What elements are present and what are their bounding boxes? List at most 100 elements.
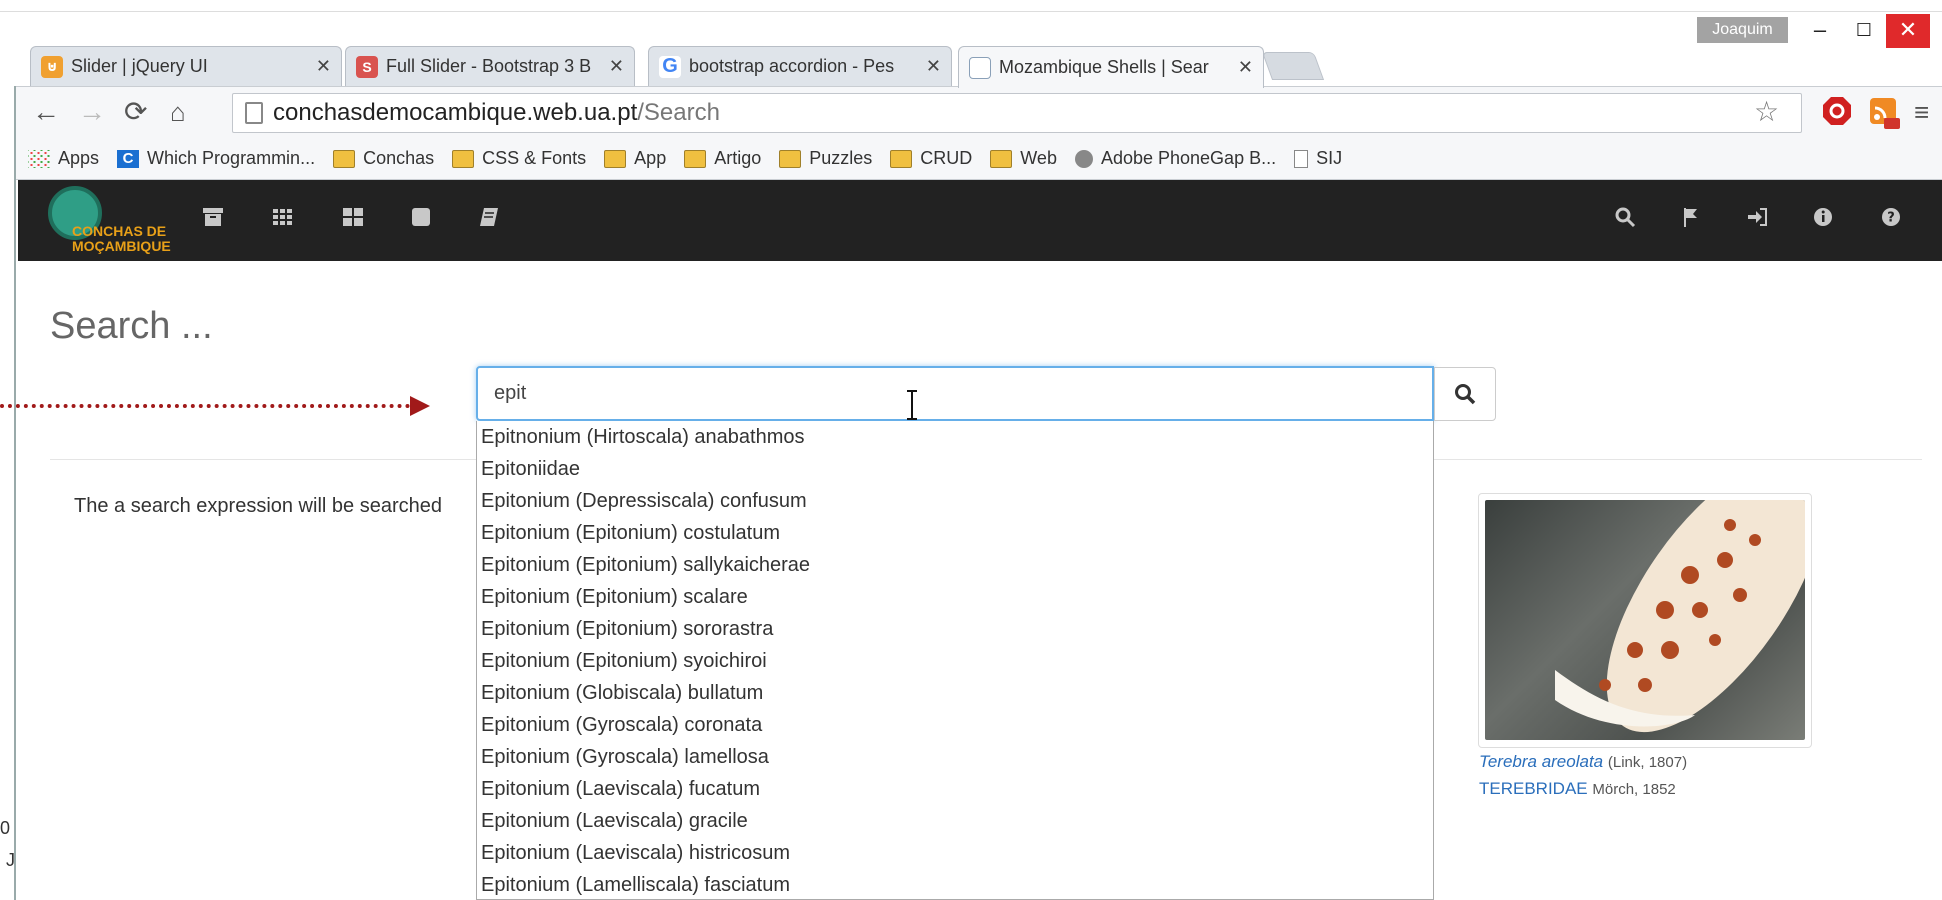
folder-icon xyxy=(604,149,627,168)
tab-title: Slider | jQuery UI xyxy=(71,56,208,76)
species-author: (Link, 1807) xyxy=(1607,754,1688,771)
bookmark-apps[interactable]: Apps xyxy=(28,148,99,169)
suggestion-item[interactable]: Epitonium (Epitonium) costulatum xyxy=(477,517,1433,549)
page-icon xyxy=(245,102,263,124)
minimize-button[interactable]: – xyxy=(1798,14,1842,48)
new-tab-button[interactable] xyxy=(1261,52,1325,80)
maximize-button[interactable]: ☐ xyxy=(1842,14,1886,48)
close-tab-icon[interactable]: ✕ xyxy=(926,56,941,77)
bookmark-puzzles[interactable]: Puzzles xyxy=(779,148,872,169)
bookmark-crud[interactable]: CRUD xyxy=(890,148,972,169)
family-link[interactable]: TEREBRIDAE xyxy=(1479,779,1588,798)
bookmark-label: CRUD xyxy=(920,148,973,168)
suggestion-item[interactable]: Epitonium (Epitonium) sororastra xyxy=(477,613,1433,645)
featured-species-caption: Terebra areolata (Link, 1807) xyxy=(1479,752,1687,772)
address-path: /Search xyxy=(637,99,720,126)
square-icon[interactable] xyxy=(408,204,434,230)
suggestion-item[interactable]: Epitoniidae xyxy=(477,453,1433,485)
site-logo[interactable]: CONCHAS DE MOÇAMBIQUE xyxy=(48,186,198,256)
bookmark-app[interactable]: App xyxy=(604,148,666,169)
browser-tabstrip: Joaquim – ☐ ✕ ⊍ Slider | jQuery UI ✕ S F… xyxy=(0,0,1942,88)
suggestion-item[interactable]: Epitonium (Lamelliscala) fasciatum xyxy=(477,869,1433,899)
featured-family-caption: TEREBRIDAE Mörch, 1852 xyxy=(1479,779,1676,799)
bookmark-phonegap[interactable]: Adobe PhoneGap B... xyxy=(1074,148,1277,169)
address-bar[interactable]: conchasdemocambique.web.ua.pt/Search xyxy=(232,93,1802,133)
back-icon[interactable]: ← xyxy=(32,97,60,127)
close-tab-icon[interactable]: ✕ xyxy=(316,56,331,77)
bookmark-label: CSS & Fonts xyxy=(482,148,587,168)
suggestion-item[interactable]: Epitonium (Globiscala) bullatum xyxy=(477,677,1433,709)
search-icon[interactable] xyxy=(1612,204,1638,230)
tab-full-slider[interactable]: S Full Slider - Bootstrap 3 B ✕ xyxy=(345,46,635,86)
bookmark-web[interactable]: Web xyxy=(990,148,1057,169)
suggestion-item[interactable]: Epitonium (Epitonium) scalare xyxy=(477,581,1433,613)
browser-toolbar: ← → ⟳ ⌂ conchasdemocambique.web.ua.pt/Se… xyxy=(16,86,1942,138)
bookmark-artigo[interactable]: Artigo xyxy=(684,148,761,169)
search-icon xyxy=(1455,384,1476,405)
s-icon: S xyxy=(356,55,378,78)
suggestion-item[interactable]: Epitonium (Gyroscala) lamellosa xyxy=(477,741,1433,773)
login-icon[interactable] xyxy=(1744,204,1770,230)
bookmark-label: SIJ xyxy=(1316,148,1343,168)
bookmark-conchas[interactable]: Conchas xyxy=(333,148,434,169)
tab-bootstrap-accordion[interactable]: G bootstrap accordion - Pes ✕ xyxy=(648,46,952,86)
menu-icon[interactable]: ≡ xyxy=(1914,96,1929,128)
page-title: Search ... xyxy=(50,305,213,347)
search-input[interactable] xyxy=(476,366,1434,421)
bookmark-label: Which Programmin... xyxy=(147,148,316,168)
close-window-button[interactable]: ✕ xyxy=(1886,14,1930,48)
site-navbar: CONCHAS DE MOÇAMBIQUE ? xyxy=(18,180,1942,261)
suggestion-item[interactable]: Epitonium (Epitonium) sallykaicherae xyxy=(477,549,1433,581)
home-icon[interactable]: ⌂ xyxy=(170,97,186,127)
star-icon[interactable]: ☆ xyxy=(1754,96,1779,128)
profile-button[interactable]: Joaquim xyxy=(1697,17,1788,43)
tiles-icon[interactable] xyxy=(340,204,366,230)
folder-icon xyxy=(333,149,356,168)
page-icon xyxy=(1294,149,1309,168)
logo-line-1: CONCHAS DE xyxy=(72,223,167,239)
species-link[interactable]: Terebra areolata xyxy=(1479,752,1603,771)
bookmark-css-fonts[interactable]: CSS & Fonts xyxy=(452,148,586,169)
bookmark-which-programming[interactable]: C Which Programmin... xyxy=(117,148,315,169)
search-button[interactable] xyxy=(1434,367,1496,421)
suggestion-item[interactable]: Epitonium (Gyroscala) coronata xyxy=(477,709,1433,741)
phonegap-icon xyxy=(1074,149,1093,168)
suggestion-item[interactable]: Epitnonium (Hirtoscala) anabathmos xyxy=(477,421,1433,453)
forward-icon[interactable]: → xyxy=(78,97,106,127)
grid-icon[interactable] xyxy=(270,204,296,230)
flag-icon[interactable] xyxy=(1678,204,1704,230)
suggestion-item[interactable]: Epitonium (Laeviscala) fucatum xyxy=(477,773,1433,805)
apps-grid-icon xyxy=(28,149,50,168)
logo-text: CONCHAS DE MOÇAMBIQUE xyxy=(72,224,202,254)
featured-shell-card[interactable] xyxy=(1478,493,1812,748)
offscreen-text-fragment: 0 xyxy=(0,818,11,838)
folder-icon xyxy=(779,149,802,168)
bookmark-label: Puzzles xyxy=(809,148,873,168)
annotation-arrow-head xyxy=(410,396,430,416)
info-icon[interactable] xyxy=(1810,204,1836,230)
logo-line-2: MOÇAMBIQUE xyxy=(72,238,171,254)
suggestion-item[interactable]: Epitonium (Depressiscala) confusum xyxy=(477,485,1433,517)
tab-jquery-slider[interactable]: ⊍ Slider | jQuery UI ✕ xyxy=(30,46,342,86)
book-icon[interactable] xyxy=(476,204,502,230)
svg-text:?: ? xyxy=(1887,211,1895,226)
search-description: The a search expression will be searched xyxy=(74,495,442,517)
shell-photo xyxy=(1485,500,1805,740)
bookmark-label: Adobe PhoneGap B... xyxy=(1100,148,1277,168)
rss-icon[interactable] xyxy=(1868,96,1902,137)
google-icon: G xyxy=(659,55,681,78)
bookmark-sij[interactable]: SIJ xyxy=(1294,148,1342,169)
suggestion-item[interactable]: Epitonium (Laeviscala) gracile xyxy=(477,805,1433,837)
folder-icon xyxy=(684,149,707,168)
close-tab-icon[interactable]: ✕ xyxy=(609,56,624,77)
archive-icon[interactable] xyxy=(200,204,226,230)
close-tab-icon[interactable]: ✕ xyxy=(1238,57,1253,78)
jquery-icon: ⊍ xyxy=(41,55,63,78)
help-icon[interactable]: ? xyxy=(1878,204,1904,230)
suggestion-item[interactable]: Epitonium (Epitonium) syoichiroi xyxy=(477,645,1433,677)
page-icon xyxy=(969,56,991,79)
suggestion-item[interactable]: Epitonium (Laeviscala) histricosum xyxy=(477,837,1433,869)
reload-icon[interactable]: ⟳ xyxy=(124,97,147,127)
adblock-icon[interactable] xyxy=(1822,96,1852,133)
tab-mozambique-shells[interactable]: Mozambique Shells | Sear ✕ xyxy=(958,46,1264,88)
